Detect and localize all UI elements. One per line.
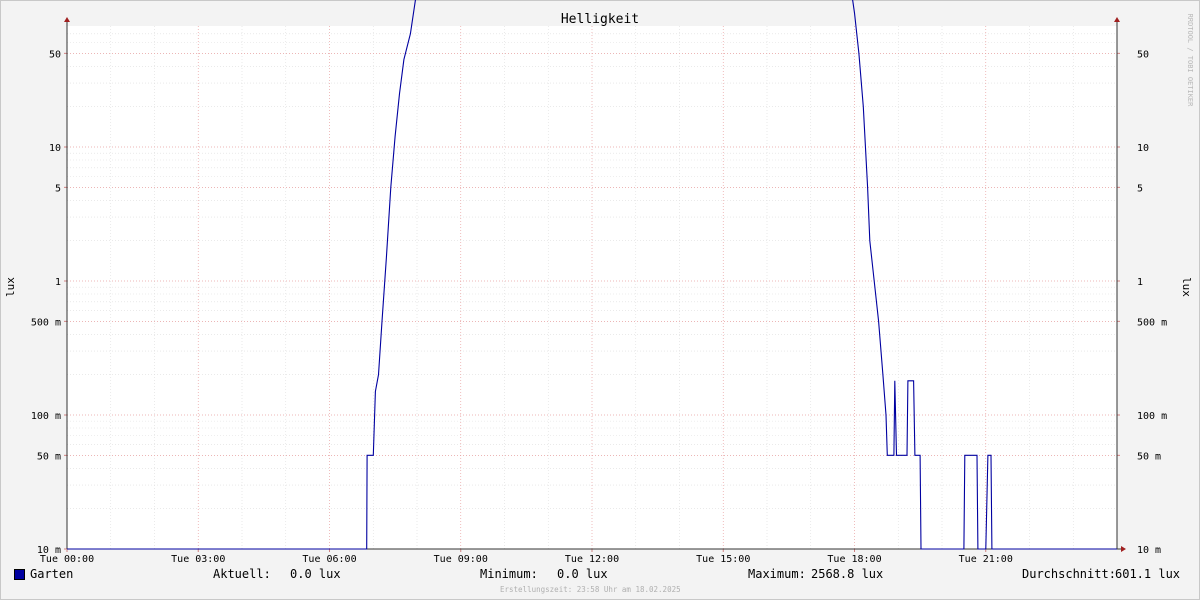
y-tick-label-right: 10 (1137, 143, 1149, 154)
x-tick-label: Tue 09:00 (434, 554, 488, 565)
x-tick-label: Tue 21:00 (959, 554, 1013, 565)
y-tick-label-right: 50 m (1137, 451, 1161, 462)
x-tick-label: Tue 15:00 (696, 554, 750, 565)
y-tick-label-left: 500 m (31, 317, 61, 328)
y-tick-label-right: 1 (1137, 277, 1143, 288)
legend-current-value: 0.0 lux (290, 567, 341, 581)
legend-swatch (14, 569, 25, 583)
legend-current-label: Aktuell: (213, 567, 271, 581)
legend-average-value: 601.1 lux (1115, 567, 1181, 581)
legend-average-label: Durchschnitt: (1022, 567, 1116, 581)
x-tick-label: Tue 12:00 (565, 554, 619, 565)
y-tick-label-right: 50 (1137, 49, 1149, 60)
legend-maximum-label: Maximum: (748, 567, 806, 581)
y-tick-label-right: 5 (1137, 183, 1143, 194)
y-tick-label-left: 100 m (31, 411, 61, 422)
chart-svg: Helligkeit lux lux RRDTOOL / TOBI OETIKE… (4, 0, 1194, 565)
y-tick-label-left: 5 (55, 183, 61, 194)
creation-timestamp: Erstellungszeit: 23:58 Uhr am 18.02.2025 (500, 585, 681, 594)
rrdtool-watermark: RRDTOOL / TOBI OETIKER (1186, 14, 1194, 108)
legend-minimum-value: 0.0 lux (557, 567, 608, 581)
y-tick-label-right: 500 m (1137, 317, 1167, 328)
y-axis-arrow-left (64, 17, 70, 22)
legend-series-name: Garten (30, 567, 74, 581)
legend-minimum-label: Minimum: (480, 567, 538, 581)
y-axis-arrow-right (1114, 17, 1120, 22)
y-tick-label-right: 100 m (1137, 411, 1167, 422)
chart-title: Helligkeit (561, 12, 639, 27)
y-tick-label-left: 50 m (37, 451, 61, 462)
y-axis-label-right: lux (1180, 277, 1193, 297)
y-tick-label-left: 50 (49, 49, 61, 60)
legend: Garten Aktuell: 0.0 lux Minimum: 0.0 lux… (0, 567, 1200, 585)
x-tick-label: Tue 06:00 (302, 554, 356, 565)
x-axis-arrow (1121, 546, 1126, 552)
y-tick-label-left: 10 (49, 143, 61, 154)
x-tick-label: Tue 00:00 (40, 554, 94, 565)
x-tick-label: Tue 03:00 (171, 554, 225, 565)
y-tick-label-right: 10 m (1137, 545, 1161, 556)
y-axis-label-left: lux (4, 277, 17, 297)
legend-maximum-value: 2568.8 lux (811, 567, 884, 581)
y-tick-label-left: 1 (55, 277, 61, 288)
x-tick-label: Tue 18:00 (827, 554, 881, 565)
